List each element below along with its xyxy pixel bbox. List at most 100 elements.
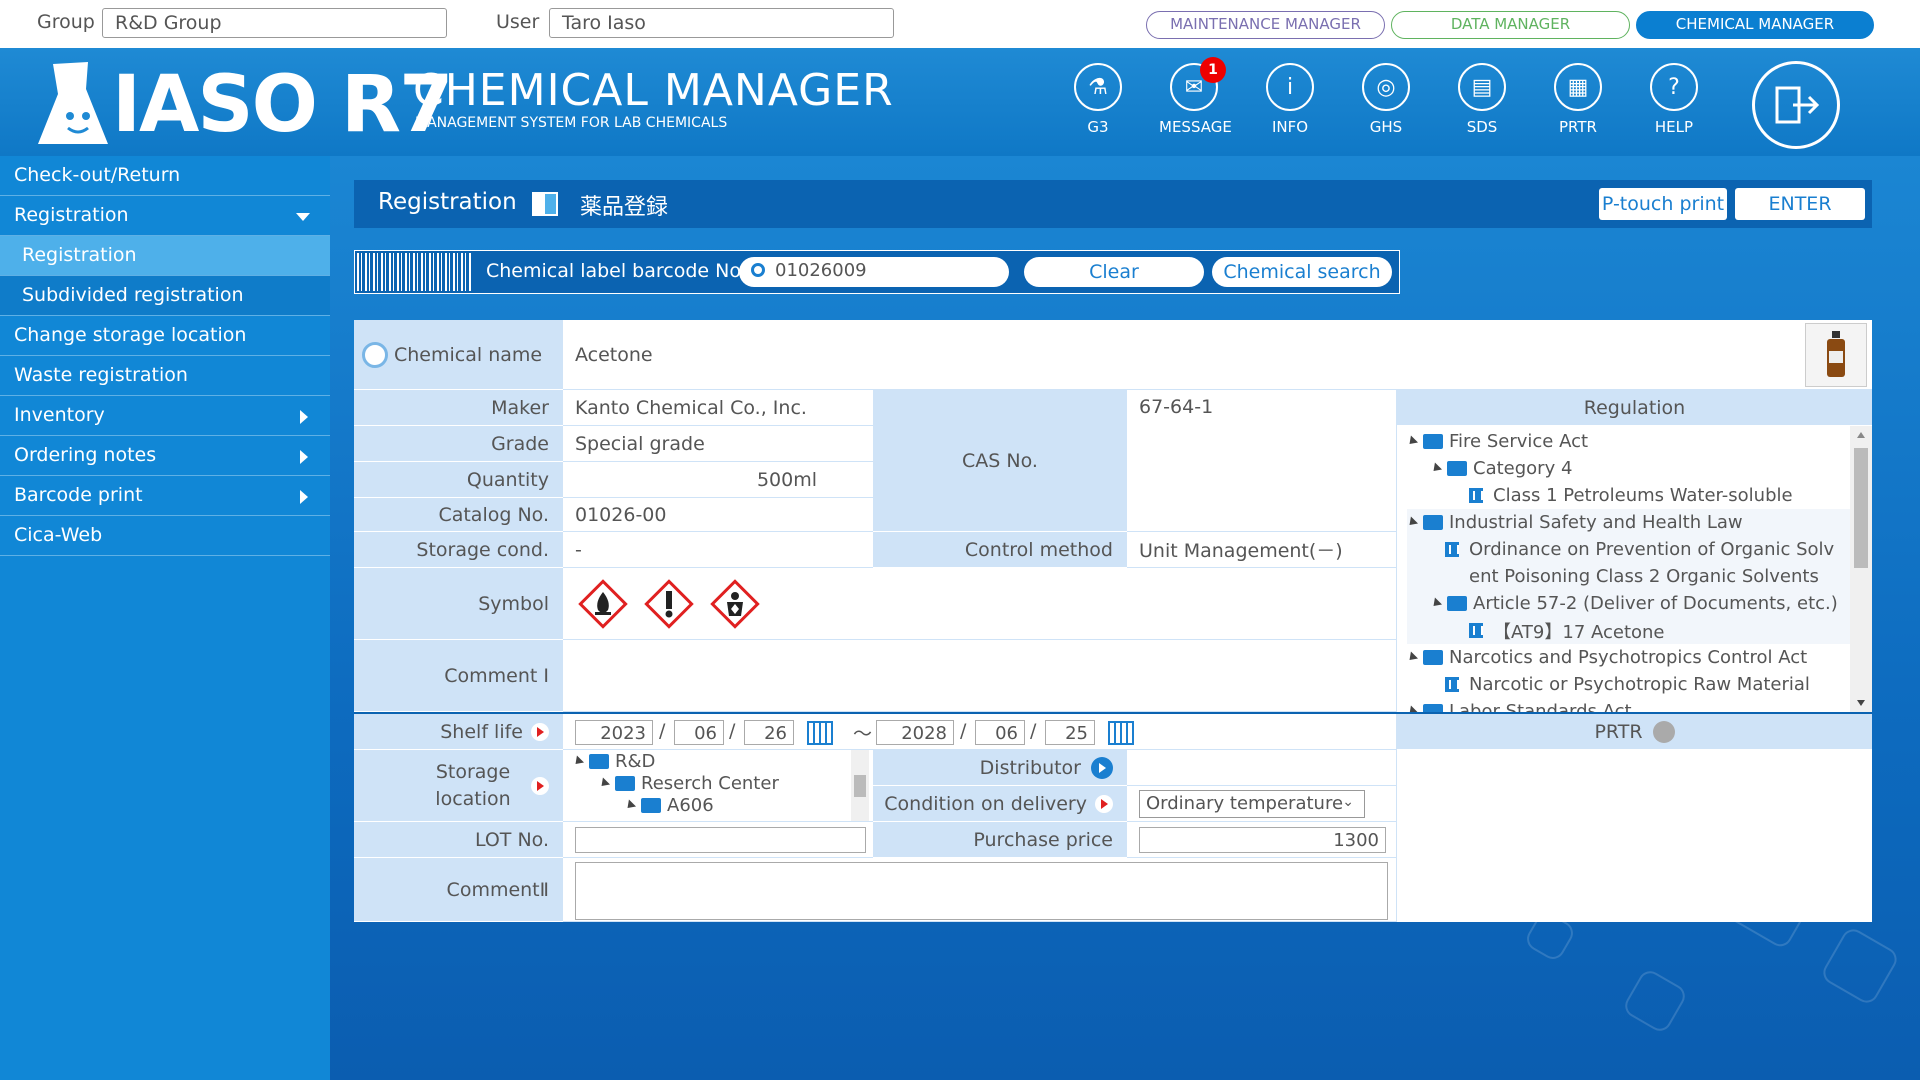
chemical-image[interactable] [1805,323,1867,387]
comment1-value [563,640,1397,712]
expand-icon[interactable] [1429,597,1443,610]
regulation-item[interactable]: Class 1 Petroleums Water-soluble [1407,482,1872,509]
regulation-item[interactable]: Narcotics and Psychotropics Control Act [1405,644,1872,671]
regulation-item[interactable]: Category 4 [1407,455,1872,482]
regulation-text: Class 1 Petroleums Water-soluble [1493,485,1793,506]
role-maintenance-manager[interactable]: MAINTENANCE MANAGER [1146,11,1385,39]
shelf-life-label[interactable]: Shelf life [354,714,563,750]
condition-select[interactable]: Ordinary temperature ⌄ [1139,789,1365,818]
distributor-label[interactable]: Distributor [873,750,1127,786]
chevron-right-icon [300,450,308,464]
regulation-item[interactable]: Ordinance on Prevention of Organic Solv [1407,536,1872,563]
ghs-button[interactable]: ◎ GHS [1351,63,1421,136]
sidebar-subitem-registration[interactable]: Registration [0,236,330,276]
sidebar-item-cica-web[interactable]: Cica-Web [0,516,330,556]
sidebar-item-checkout[interactable]: Check-out/Return [0,156,330,196]
book-icon [532,192,558,216]
shelf-to-day[interactable]: 25 [1045,720,1095,745]
regulation-item[interactable]: ent Poisoning Class 2 Organic Solvents [1407,563,1872,590]
shelf-to-month[interactable]: 06 [975,720,1025,745]
shelf-from-month[interactable]: 06 [674,720,724,745]
flame-icon [578,578,628,629]
group-select[interactable]: R&D Group [102,8,447,38]
play-icon [1091,756,1113,779]
sidebar-subitem-subdivided[interactable]: Subdivided registration [0,276,330,316]
app-title: CHEMICAL MANAGER [413,65,894,116]
barcode-input[interactable]: 01026009 [739,257,1009,287]
sidebar-item-inventory[interactable]: Inventory [0,396,330,436]
sidebar-item-waste[interactable]: Waste registration [0,356,330,396]
expand-icon[interactable] [1405,651,1419,664]
logout-button[interactable] [1752,61,1840,149]
enter-button[interactable]: ENTER [1735,188,1865,220]
chemical-search-button[interactable]: Chemical search [1212,257,1392,287]
role-data-manager[interactable]: DATA MANAGER [1391,11,1630,39]
catalog-value: 01026-00 [563,498,873,532]
expand-icon[interactable] [1429,462,1443,475]
shelf-from-day[interactable]: 26 [744,720,794,745]
folder-icon [1423,650,1443,665]
page-title: Registration [378,189,517,215]
regulation-tree[interactable]: Fire Service Act Category 4 Class 1 Petrol… [1397,426,1872,712]
regulation-item[interactable]: Labor Standards Act [1405,698,1872,712]
decor-hex [1620,966,1690,1036]
regulation-item[interactable]: Narcotic or Psychotropic Raw Material [1407,671,1872,698]
expand-icon[interactable] [1405,516,1419,529]
catalog-label: Catalog No. [354,498,563,532]
sds-button[interactable]: ▤ SDS [1447,63,1517,136]
storage-scrollbar[interactable] [851,750,869,821]
health-hazard-icon [710,578,760,629]
lot-input[interactable] [575,827,866,853]
folder-icon [589,753,609,769]
calendar-icon[interactable] [807,721,833,745]
page-title-bar: Registration 薬品登録 P-touch print ENTER [354,180,1872,228]
sidebar-item-change-storage[interactable]: Change storage location [0,316,330,356]
shelf-from-year[interactable]: 2023 [575,720,653,745]
ptouch-print-button[interactable]: P-touch print [1599,188,1727,220]
help-button[interactable]: ? HELP [1639,63,1709,136]
g3-button[interactable]: ⚗ G3 [1063,63,1133,136]
scroll-thumb[interactable] [1854,448,1868,568]
calendar-icon[interactable] [1108,721,1134,745]
sidebar-item-registration[interactable]: Registration [0,196,330,236]
regulation-item[interactable]: 【AT9】17 Acetone [1407,617,1872,644]
regulation-scrollbar[interactable] [1850,426,1872,712]
sidebar-item-barcode-print[interactable]: Barcode print [0,476,330,516]
expand-icon[interactable] [1405,435,1419,448]
storage-tree[interactable]: R&D Reserch Center A606 [563,750,873,822]
chevron-down-icon: ⌄ [1342,793,1354,810]
shelf-to-year[interactable]: 2028 [876,720,954,745]
maker-value: Kanto Chemical Co., Inc. [563,390,873,426]
folder-icon [1447,596,1467,611]
bottle-icon: ⚗ [1074,63,1122,111]
quantity-label: Quantity [354,462,563,498]
registration-form: Chemical name Acetone Maker Kanto Chemic… [354,320,1872,922]
exclamation-icon [644,578,694,629]
regulation-item[interactable]: Industrial Safety and Health Law [1405,509,1872,536]
condition-label[interactable]: Condition on delivery [873,786,1127,822]
play-icon [1652,720,1675,743]
regulation-item[interactable]: Fire Service Act [1405,428,1872,455]
scroll-up-icon[interactable] [1857,432,1865,438]
scroll-down-icon[interactable] [1857,700,1865,706]
folder-icon [1423,515,1443,530]
role-chemical-manager[interactable]: CHEMICAL MANAGER [1636,11,1874,39]
comment2-label: CommentⅡ [354,858,563,922]
scroll-thumb[interactable] [854,775,866,797]
comment2-input[interactable] [575,862,1388,920]
prtr-label[interactable]: PRTR [1397,714,1872,750]
purchase-price-input[interactable]: 1300 [1139,827,1386,853]
folder-icon [615,775,635,791]
refresh-icon[interactable] [362,341,388,368]
clear-button[interactable]: Clear [1024,257,1204,287]
prtr-button[interactable]: ▦ PRTR [1543,63,1613,136]
user-field[interactable]: Taro Iaso [549,8,894,38]
info-button[interactable]: i INFO [1255,63,1325,136]
storage-location-label[interactable]: Storage location [354,750,563,822]
regulation-label: Regulation [1397,390,1872,426]
message-button[interactable]: ✉ 1 MESSAGE [1159,57,1232,136]
document-icon [1445,677,1459,692]
regulation-item[interactable]: Article 57-2 (Deliver of Documents, etc.… [1407,590,1872,617]
distributor-value[interactable] [1127,750,1397,786]
sidebar-item-ordering[interactable]: Ordering notes [0,436,330,476]
